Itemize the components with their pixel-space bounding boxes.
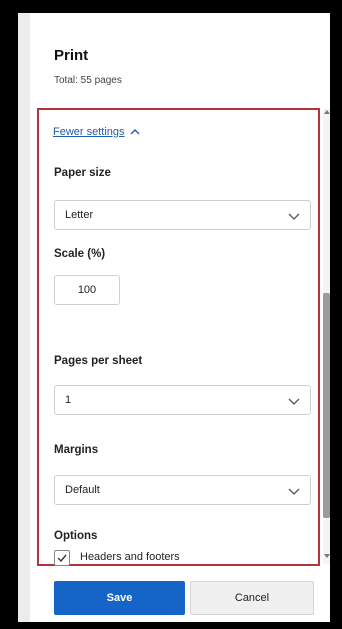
chevron-down-icon [288, 488, 300, 495]
pages-per-sheet-select[interactable]: 1 [54, 385, 311, 415]
save-button[interactable]: Save [54, 581, 185, 615]
cancel-button[interactable]: Cancel [190, 581, 314, 615]
chevron-down-icon [288, 398, 300, 405]
pages-per-sheet-label: Pages per sheet [54, 355, 143, 367]
margins-value: Default [65, 484, 100, 496]
left-edge-strip [18, 13, 30, 622]
scroll-up-arrow-icon[interactable] [324, 109, 330, 115]
paper-size-label: Paper size [54, 167, 111, 179]
paper-size-select[interactable]: Letter [54, 200, 311, 230]
scroll-down-arrow-icon[interactable] [324, 553, 330, 559]
scrollbar-thumb[interactable] [323, 293, 330, 518]
paper-size-value: Letter [65, 209, 94, 221]
checkmark-icon [57, 554, 67, 563]
margins-label: Margins [54, 444, 99, 456]
headers-footers-checkbox[interactable] [54, 550, 70, 566]
margins-select[interactable]: Default [54, 475, 311, 505]
scale-value: 100 [77, 284, 97, 296]
page-title: Print [54, 47, 89, 64]
scale-label: Scale (%) [54, 248, 106, 260]
fewer-settings-link[interactable]: Fewer settings [53, 126, 141, 138]
pages-per-sheet-value: 1 [65, 394, 72, 406]
headers-footers-label: Headers and footers [80, 551, 180, 563]
print-dialog: Print Total: 55 pages Fewer settings Pap… [18, 13, 330, 622]
chevron-down-icon [288, 213, 300, 220]
fewer-settings-label: Fewer settings [53, 126, 125, 138]
options-label: Options [54, 530, 98, 542]
scale-input[interactable]: 100 [54, 275, 120, 305]
total-pages-text: Total: 55 pages [54, 75, 122, 86]
chevron-up-icon [130, 129, 140, 135]
